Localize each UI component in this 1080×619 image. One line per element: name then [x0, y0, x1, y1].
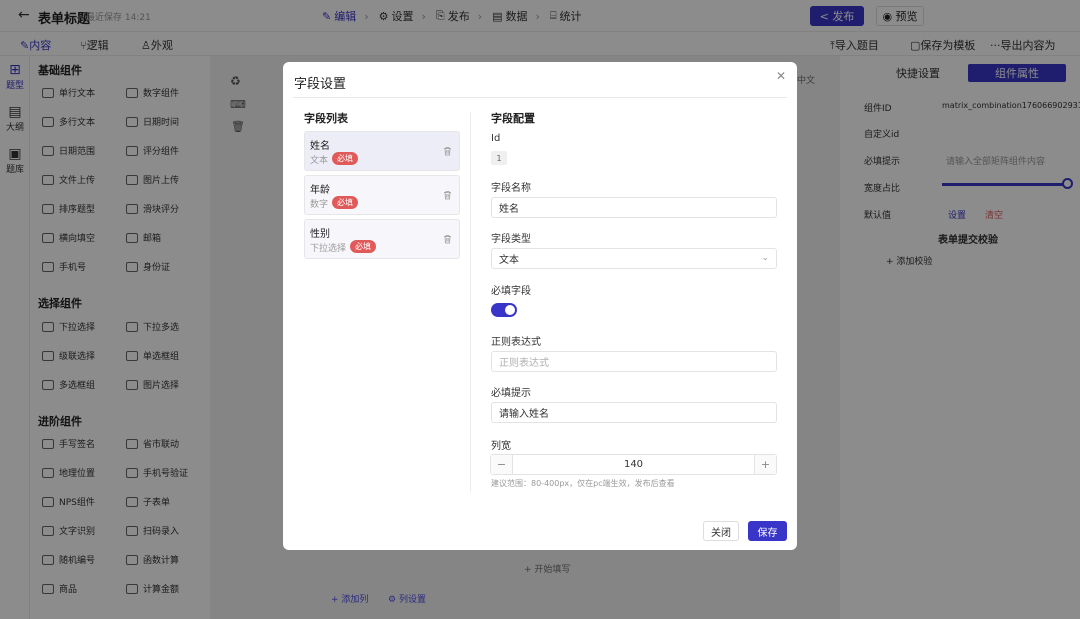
field-name-label: 字段名称 [491, 183, 531, 194]
save-button[interactable]: 保存 [748, 521, 787, 541]
column-settings-button[interactable]: ⚙ 列设置 [388, 592, 426, 605]
required-hint-label: 必填提示 [491, 388, 531, 399]
field-config-title: 字段配置 [491, 112, 535, 125]
column-width-label: 列宽 [491, 441, 511, 452]
required-toggle[interactable] [491, 303, 517, 317]
increment-button[interactable]: + [754, 455, 776, 474]
divider [293, 97, 787, 98]
language-label: 中文 [797, 76, 816, 86]
decrement-button[interactable]: − [491, 455, 513, 474]
chevron-down-icon: ⌄ [761, 253, 769, 263]
required-badge: 必填 [332, 152, 358, 165]
required-field-label: 必填字段 [491, 286, 531, 297]
language-select[interactable]: 中文 [797, 73, 815, 86]
column-width-value[interactable]: 140 [513, 455, 754, 474]
start-fill-label: 开始填写 [534, 565, 571, 575]
field-type-label: 字段类型 [491, 234, 531, 245]
field-item-name[interactable]: 姓名 文本 必填 [304, 131, 460, 171]
delete-icon[interactable] [443, 234, 452, 244]
field-name: 姓名 [310, 141, 330, 152]
field-name-input[interactable]: 姓名 [491, 197, 777, 218]
field-name: 年龄 [310, 185, 330, 196]
column-width-section: 列宽 − 140 + 建议范围：80-400px，仅在pc端生效，发布后查看 [483, 427, 787, 507]
required-badge: 必填 [332, 196, 358, 209]
add-column-label: 添加列 [341, 595, 369, 605]
id-value: 1 [491, 151, 507, 165]
dialog-title: 字段设置 [294, 77, 347, 92]
field-type-value: 文本 [499, 255, 519, 266]
close-icon[interactable]: ✕ [776, 69, 786, 83]
field-item-age[interactable]: 年龄 数字 必填 [304, 175, 460, 215]
close-button[interactable]: 关闭 [703, 521, 739, 541]
field-type: 下拉选择 [310, 244, 347, 254]
delete-icon[interactable] [443, 146, 452, 156]
id-label: Id [491, 133, 501, 144]
field-type: 数字 [310, 200, 329, 210]
column-settings-label: 列设置 [398, 595, 426, 605]
start-fill-text: + 开始填写 [524, 565, 571, 575]
field-type-select[interactable]: 文本 ⌄ [491, 248, 777, 269]
required-hint-input[interactable]: 请输入姓名 [491, 402, 777, 423]
field-name: 性别 [310, 229, 330, 240]
column-width-stepper: − 140 + [490, 454, 777, 475]
field-item-gender[interactable]: 性别 下拉选择 必填 [304, 219, 460, 259]
toggle-knob [505, 305, 515, 315]
regex-input[interactable]: 正则表达式 [491, 351, 777, 372]
field-list-title: 字段列表 [304, 112, 348, 125]
column-width-hint: 建议范围：80-400px，仅在pc端生效，发布后查看 [491, 479, 675, 488]
add-column-button[interactable]: + 添加列 [331, 592, 368, 605]
column-divider [470, 112, 471, 492]
delete-icon[interactable] [443, 190, 452, 200]
required-badge: 必填 [350, 240, 376, 253]
regex-label: 正则表达式 [491, 337, 541, 348]
field-type: 文本 [310, 156, 329, 166]
